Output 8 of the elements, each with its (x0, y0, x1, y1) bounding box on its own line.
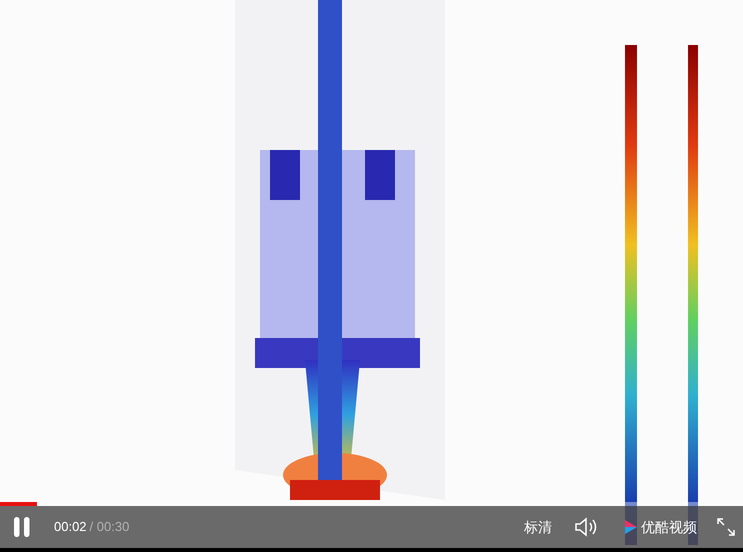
current-time: 00:02 (54, 518, 87, 536)
volume-icon[interactable] (574, 517, 598, 537)
pause-icon (13, 516, 31, 538)
fullscreen-icon[interactable] (717, 518, 735, 536)
brand-name: 优酷视频 (641, 518, 697, 536)
quality-button[interactable]: 标清 (524, 516, 552, 538)
logo-icon (624, 519, 638, 535)
duration: / 00:30 (90, 518, 130, 536)
